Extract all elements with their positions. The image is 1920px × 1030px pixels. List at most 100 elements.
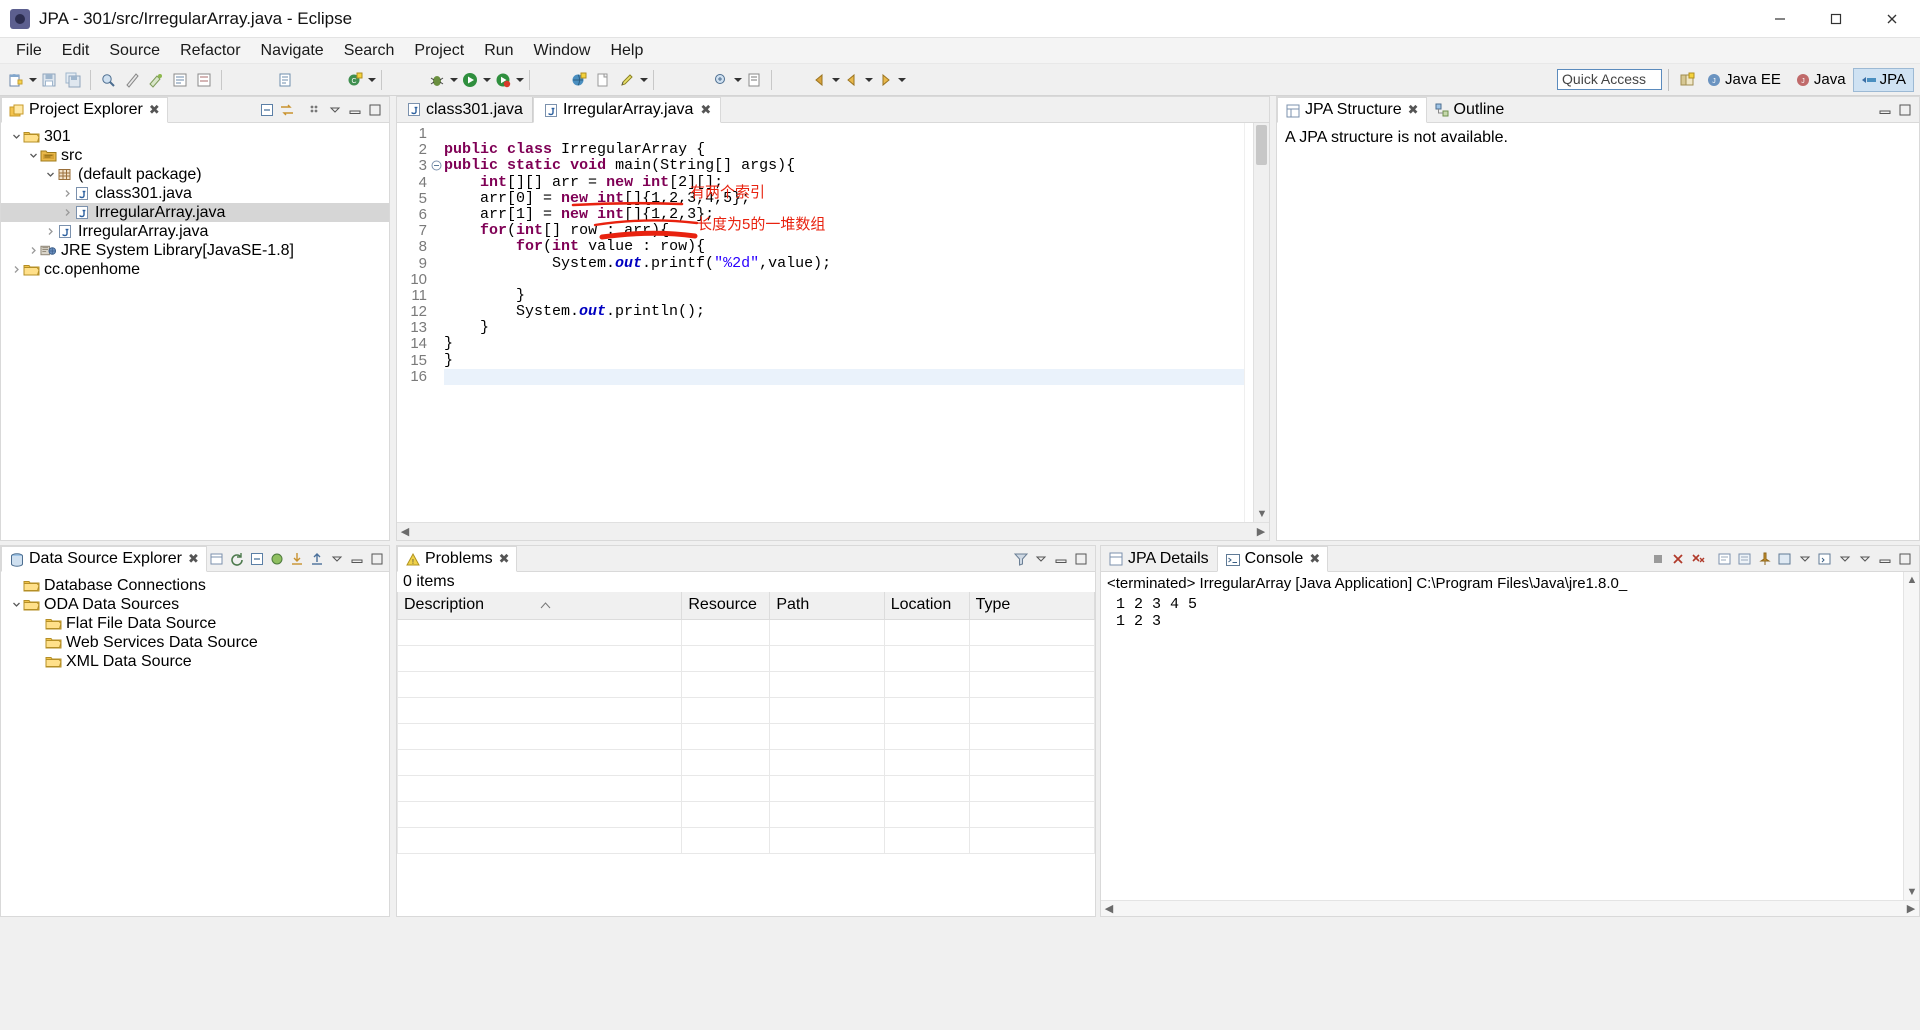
tab-jpa-structure[interactable]: JPA Structure ✖	[1277, 97, 1427, 123]
code-line[interactable]	[444, 272, 1244, 288]
open-console-icon[interactable]	[1816, 550, 1834, 568]
edit-dropdown[interactable]	[639, 69, 648, 91]
close-icon[interactable]: ✖	[1309, 551, 1320, 567]
back-dropdown[interactable]	[864, 69, 873, 91]
scroll-down-arrow[interactable]: ▼	[1254, 506, 1269, 522]
minimize-icon[interactable]	[1876, 101, 1894, 119]
import-icon[interactable]	[288, 550, 306, 568]
chevron-down-icon[interactable]	[43, 168, 57, 182]
close-icon[interactable]: ✖	[1408, 102, 1419, 118]
tab-console[interactable]: Console ✖	[1216, 546, 1329, 572]
close-icon[interactable]: ✖	[499, 551, 510, 567]
tab-project-explorer[interactable]: Project Explorer ✖	[1, 97, 168, 123]
tab-data-source-explorer[interactable]: Data Source Explorer ✖	[1, 546, 207, 572]
menu-search[interactable]: Search	[334, 40, 405, 62]
chevron-right-icon[interactable]	[26, 244, 40, 258]
open-type-icon[interactable]	[710, 69, 732, 91]
view-dropdown-icon[interactable]	[328, 550, 346, 568]
scroll-up-arrow[interactable]: ▲	[1904, 572, 1920, 588]
dse-item-oda-data-sources[interactable]: ODA Data Sources	[1, 595, 389, 614]
maximize-icon[interactable]	[368, 550, 386, 568]
problems-table[interactable]: Description Resource Path Location Type	[396, 592, 1096, 854]
close-icon[interactable]: ✖	[149, 102, 160, 118]
table-row[interactable]	[396, 800, 1096, 828]
new-connection-profile-icon[interactable]	[568, 69, 590, 91]
editor-body[interactable]: 1 2 3 4 5 6 7 8 9 10 11 12 13 14 15 16 public class Irr…	[397, 123, 1269, 540]
forward-dropdown[interactable]	[897, 69, 906, 91]
table-row[interactable]	[396, 774, 1096, 802]
debug-icon[interactable]	[426, 69, 448, 91]
edit-icon[interactable]	[616, 69, 638, 91]
editor-vscroll-thumb[interactable]	[1256, 125, 1267, 165]
chevron-down-icon[interactable]	[26, 149, 40, 163]
minimize-button[interactable]	[1752, 0, 1808, 38]
table-row[interactable]	[396, 722, 1096, 750]
maximize-button[interactable]	[1808, 0, 1864, 38]
editor-tab-class301-java[interactable]: class301.java	[397, 97, 533, 122]
run-dropdown[interactable]	[482, 69, 491, 91]
maximize-icon[interactable]	[1072, 550, 1090, 568]
tab-problems[interactable]: ! Problems ✖	[397, 546, 518, 572]
chevron-right-icon[interactable]	[31, 655, 45, 669]
maximize-icon[interactable]	[366, 101, 384, 119]
search-icon[interactable]	[97, 69, 119, 91]
perspective-java[interactable]: J Java	[1788, 68, 1853, 92]
debug-dropdown[interactable]	[449, 69, 458, 91]
problems-column-type[interactable]: Type	[968, 592, 1096, 620]
export-icon[interactable]	[308, 550, 326, 568]
table-row[interactable]	[396, 748, 1096, 776]
console-vertical-scrollbar[interactable]: ▲ ▼	[1903, 572, 1919, 900]
pin-console-icon[interactable]	[1756, 550, 1774, 568]
scroll-left-arrow[interactable]: ◀	[397, 524, 413, 540]
folding-gutter[interactable]	[431, 123, 444, 522]
previous-annotation-icon[interactable]	[193, 69, 215, 91]
table-row[interactable]	[396, 696, 1096, 724]
maximize-icon[interactable]	[1896, 550, 1914, 568]
code-line[interactable]	[444, 126, 1244, 142]
view-menu-icon[interactable]	[1856, 550, 1874, 568]
tree-item-301[interactable]: 301	[1, 127, 389, 146]
chevron-right-icon[interactable]	[31, 617, 45, 631]
chevron-down-icon[interactable]	[9, 130, 23, 144]
close-icon[interactable]: ✖	[700, 102, 711, 118]
dse-item-database-connections[interactable]: Database Connections	[1, 576, 389, 595]
tree-item-irregulararray-java[interactable]: IrregularArray.java	[1, 203, 389, 222]
chevron-right-icon[interactable]	[60, 206, 74, 220]
menu-run[interactable]: Run	[474, 40, 523, 62]
remove-launch-icon[interactable]	[1669, 550, 1687, 568]
filters-icon[interactable]	[1012, 550, 1030, 568]
code-line[interactable]: public class IrregularArray {	[444, 142, 1244, 158]
minimize-icon[interactable]	[1876, 550, 1894, 568]
data-source-tree[interactable]: Database Connections ODA Data Sources Flat…	[1, 572, 389, 671]
editor-horizontal-scrollbar[interactable]: ◀ ▶	[397, 522, 1269, 540]
collapse-all-icon[interactable]	[258, 101, 276, 119]
problems-table-body[interactable]	[396, 618, 1096, 854]
console-body[interactable]: <terminated> IrregularArray [Java Applic…	[1101, 572, 1919, 916]
view-dropdown-icon[interactable]	[1032, 550, 1050, 568]
close-button[interactable]	[1864, 0, 1920, 38]
minimize-icon[interactable]	[346, 101, 364, 119]
code-line[interactable]: public static void main(String[] args){	[444, 158, 1244, 174]
editor-tab-irregulararray-java[interactable]: IrregularArray.java ✖	[532, 97, 722, 123]
code-line[interactable]: }	[444, 287, 1244, 304]
run-external-dropdown[interactable]	[515, 69, 524, 91]
marker-icon[interactable]	[121, 69, 143, 91]
code-line[interactable]: }	[444, 336, 1244, 352]
table-row[interactable]	[396, 670, 1096, 698]
fold-collapse-icon[interactable]	[431, 158, 444, 174]
new-connection-icon[interactable]	[208, 550, 226, 568]
open-console-dropdown-icon[interactable]	[1836, 550, 1854, 568]
code-line[interactable]: int[][] arr = new int[2][];	[444, 174, 1244, 191]
save-icon[interactable]	[38, 69, 60, 91]
code-line[interactable]: arr[0] = new int[]{1,2,3,4,5};	[444, 190, 1244, 207]
console-horizontal-scrollbar[interactable]: ◀ ▶	[1101, 900, 1919, 916]
problems-column-resource[interactable]: Resource	[681, 592, 771, 620]
link-with-editor-icon[interactable]	[278, 101, 296, 119]
perspective-jpa[interactable]: JPA	[1852, 67, 1914, 92]
code-line[interactable]: arr[1] = new int[]{1,2,3};	[444, 206, 1244, 223]
tree-item-class301-java[interactable]: class301.java	[1, 184, 389, 203]
menu-help[interactable]: Help	[600, 40, 653, 62]
forward-icon[interactable]	[874, 69, 896, 91]
run-icon[interactable]	[459, 69, 481, 91]
table-row[interactable]	[396, 826, 1096, 854]
